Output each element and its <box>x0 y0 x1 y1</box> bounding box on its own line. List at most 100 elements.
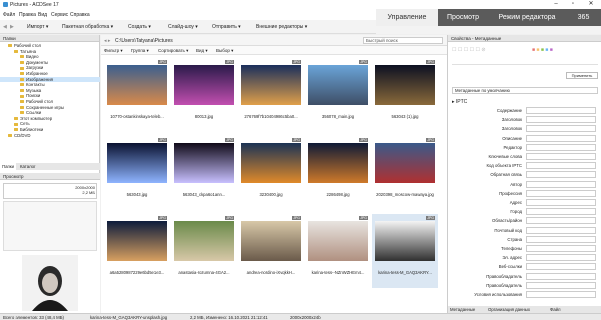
metadata-field-input[interactable] <box>526 291 596 298</box>
maximize-icon[interactable]: ▫ <box>565 0 581 9</box>
thumbnail-item[interactable]: JPG andrea-nordino-iXvqkkH... <box>238 214 304 288</box>
metadata-field-label: Автор <box>510 181 522 187</box>
metadata-field-label: Заголовок <box>501 117 522 123</box>
metadata-field-input[interactable] <box>526 153 596 160</box>
thumbnail-item[interactable]: JPG 356078_main.jpg <box>305 58 371 132</box>
thumbnail-item[interactable]: JPG 80013.jpg <box>171 58 237 132</box>
metadata-field-input[interactable] <box>526 107 596 114</box>
metadata-field-input[interactable] <box>526 116 596 124</box>
metadata-field: Заголовок <box>448 116 601 124</box>
path-text[interactable]: C:\Users\Tatyana\Pictures <box>115 38 173 44</box>
metadata-field-input[interactable] <box>526 235 596 243</box>
rating-and-label-row: ☐ ☐ ☐ ☐ ☐ ⊘ ■ ■ ■ ■ ■ <box>452 45 598 65</box>
back-icon[interactable]: ◀ <box>3 24 7 30</box>
thumbnail-item[interactable]: JPG 2286498.jpg <box>305 136 371 210</box>
thumbnail-item[interactable]: JPG 563043 (1).jpg <box>372 58 438 132</box>
folder-icon <box>20 94 24 98</box>
thumbnail-item[interactable]: JPG 276769f7b10404986c5ba0... <box>238 58 304 132</box>
tab-365[interactable]: 365 <box>566 9 601 26</box>
metadata-field-input[interactable] <box>526 125 596 133</box>
metadata-field-input[interactable] <box>526 254 596 262</box>
folder-icon <box>14 49 18 53</box>
minimize-icon[interactable]: – <box>548 0 564 9</box>
status-file: karina-tess-M_GAQ3AKRY-unsplash.jpg <box>90 315 168 320</box>
filter-menu[interactable]: Фильтр ▾ <box>104 48 123 54</box>
metadata-field-input[interactable] <box>526 162 596 170</box>
group-menu[interactable]: Группа ▾ <box>131 48 149 54</box>
thumbnail-image <box>308 65 368 105</box>
create-button[interactable]: Создать ▾ <box>128 24 151 30</box>
tab-editor[interactable]: Режим редактора <box>488 9 566 26</box>
close-icon[interactable]: ✕ <box>583 0 599 9</box>
tree-item[interactable]: CD/DVD <box>0 133 100 139</box>
menu-file[interactable]: Файл <box>3 12 15 18</box>
tab-view[interactable]: Просмотр <box>438 9 488 26</box>
menu-bar: Файл Правка Вид Сервис Справка <box>0 9 376 20</box>
menu-edit[interactable]: Правка <box>19 12 36 18</box>
tab-catalog[interactable]: Каталог <box>18 163 38 170</box>
iptc-section-title[interactable]: ▸ IPTC <box>452 99 467 105</box>
menu-view[interactable]: Вид <box>38 12 47 18</box>
slideshow-button[interactable]: Слайд-шоу ▾ <box>168 24 198 30</box>
metadata-field-input[interactable] <box>526 199 596 206</box>
metadata-field-input[interactable] <box>526 263 596 271</box>
thumbnail-item[interactable]: JPG a6a5280987229e6bd5e1e3... <box>104 214 170 288</box>
preview-panel: Просмотр 2000x2000 2,2 МБ <box>0 173 100 313</box>
menu-tools[interactable]: Сервис <box>51 12 68 18</box>
metadata-field: Адрес <box>448 199 601 207</box>
metadata-field-label: Страна <box>507 236 522 242</box>
metadata-field-input[interactable] <box>526 180 596 188</box>
thumbnail-item[interactable]: JPG karina-tess-M_GAQ3AKRY... <box>372 214 438 288</box>
thumbnail-item[interactable]: JPG 2020398_moscow-mawaya.jpg <box>372 136 438 210</box>
forward-icon[interactable]: ▶ <box>10 24 14 30</box>
quick-search-input[interactable]: Быстрый поиск <box>363 37 443 44</box>
metadata-preset-select[interactable]: Метаданные по умолчанию <box>452 87 598 94</box>
status-bar: Всего элементов: 33 (48,4 МБ) karina-tes… <box>0 313 601 320</box>
thumbnail-item[interactable]: JPG 563043_ckpa6o1ann... <box>171 136 237 210</box>
preview-info: 2000x2000 2,2 МБ <box>3 183 97 199</box>
thumbnail-item[interactable]: JPG karina-tess--NZnWZHEm4... <box>305 214 371 288</box>
batch-button[interactable]: Пакетная обработка ▾ <box>62 24 113 30</box>
metadata-field-label: Код объекта IPTC <box>486 163 522 169</box>
thumbnail-item[interactable]: JPG 10770-ostankinskaya-teleb... <box>104 58 170 132</box>
metadata-field-input[interactable] <box>526 134 596 142</box>
send-button[interactable]: Отправить ▾ <box>212 24 241 30</box>
folder-icon <box>14 116 18 120</box>
thumbnail-item[interactable]: JPG 563043.jpg <box>104 136 170 210</box>
metadata-field-input[interactable] <box>526 189 596 197</box>
folder-icon <box>20 83 24 87</box>
import-button[interactable]: Импорт ▾ <box>27 24 48 30</box>
metadata-field-input[interactable] <box>526 272 596 280</box>
tab-file[interactable]: Файл <box>550 307 561 312</box>
folder-icon <box>20 105 24 109</box>
tab-folders[interactable]: Папки <box>0 163 17 170</box>
color-labels[interactable]: ■ ■ ■ ■ ■ <box>532 47 553 53</box>
metadata-field: Веб-ссылки <box>448 263 601 271</box>
external-editors-button[interactable]: Внешние редакторы ▾ <box>256 24 307 30</box>
metadata-field-label: Редактор <box>503 144 523 150</box>
metadata-field-input[interactable] <box>526 245 596 252</box>
thumbnail-image <box>308 221 368 261</box>
iptc-section-label: IPTC <box>455 99 468 105</box>
metadata-field-label: Правообладатель <box>486 273 522 279</box>
thumbnail-item[interactable]: JPG 3230400.jpg <box>238 136 304 210</box>
tab-organize[interactable]: Организация данных <box>488 307 530 312</box>
metadata-field-input[interactable] <box>526 217 596 225</box>
metadata-field-input[interactable] <box>526 281 596 289</box>
rating-icons[interactable]: ☐ ☐ ☐ ☐ ☐ ⊘ <box>452 47 486 53</box>
thumbnail-item[interactable]: JPG anastasia-rozumna-4GA2... <box>171 214 237 288</box>
metadata-field-input[interactable] <box>526 226 596 234</box>
sort-menu[interactable]: Сортировать ▾ <box>158 48 188 54</box>
apply-button[interactable]: Применить <box>566 72 598 79</box>
menu-help[interactable]: Справка <box>70 12 90 18</box>
metadata-field-input[interactable] <box>526 171 596 179</box>
metadata-field-input[interactable] <box>526 208 596 216</box>
thumbnail-image <box>375 65 435 105</box>
nav-arrows-icon[interactable]: ◂ ▸ <box>104 38 110 44</box>
view-menu[interactable]: Вид ▾ <box>196 48 208 54</box>
tab-manage[interactable]: Управление <box>376 9 438 26</box>
select-menu[interactable]: Выбор ▾ <box>216 48 233 54</box>
metadata-field-label: Веб-ссылки <box>498 264 522 270</box>
tab-metadata[interactable]: Метаданные <box>450 307 475 312</box>
metadata-field-input[interactable] <box>526 143 596 151</box>
